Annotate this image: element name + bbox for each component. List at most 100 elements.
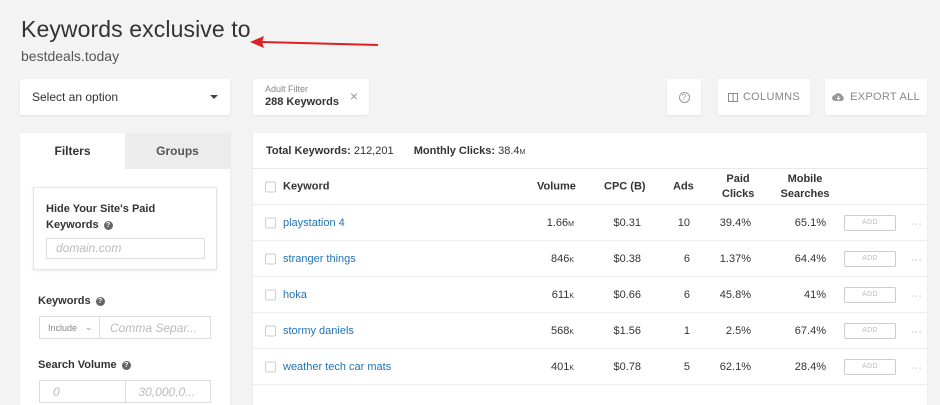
mobile-searches-cell: 64.4%	[794, 252, 826, 265]
question-icon[interactable]: ?	[95, 297, 105, 306]
row-checkbox[interactable]	[265, 325, 276, 336]
ads-cell: 1	[683, 324, 690, 337]
add-button[interactable]: ADD	[844, 286, 896, 303]
volume-min-input[interactable]: 0	[40, 381, 125, 402]
columns-button[interactable]: COLUMNS	[718, 79, 810, 115]
add-button[interactable]: ADD	[844, 250, 896, 267]
paid-clicks-cell: 2.5%	[725, 324, 751, 337]
cpc-cell: $0.78	[613, 360, 641, 373]
add-button[interactable]: ADD	[844, 214, 896, 231]
tab-groups[interactable]: Groups	[125, 133, 230, 169]
include-select[interactable]: Include ⌄	[40, 317, 100, 338]
more-options-icon[interactable]: ⋮	[910, 326, 922, 335]
monthly-clicks-label: Monthly Clicks:	[413, 145, 496, 157]
adult-filter-chip: Adult Filter 288 Keywords ×	[253, 79, 369, 115]
table-summary: Total Keywords: 212,201 Monthly Clicks: …	[266, 145, 525, 157]
keywords-label: Keywords ?	[38, 295, 105, 307]
row-checkbox[interactable]	[265, 253, 276, 264]
hide-paid-title-line1: Hide Your Site's Paid	[46, 203, 156, 215]
cpc-cell: $0.38	[613, 252, 641, 265]
header-volume[interactable]: Volume	[537, 179, 576, 194]
add-button[interactable]: ADD	[844, 322, 896, 339]
volume-unit: K	[569, 364, 574, 372]
more-options-icon[interactable]: ⋮	[910, 290, 922, 299]
header-paid-clicks[interactable]: Paid Clicks	[722, 172, 754, 202]
keywords-input[interactable]: Comma Separ...	[100, 317, 210, 338]
header-keyword[interactable]: Keyword	[283, 179, 329, 194]
volume-unit: K	[569, 256, 574, 264]
row-checkbox[interactable]	[265, 289, 276, 300]
search-volume-label: Search Volume ?	[38, 359, 131, 371]
row-checkbox[interactable]	[265, 361, 276, 372]
caret-down-icon	[210, 95, 218, 99]
add-button[interactable]: ADD	[844, 358, 896, 375]
keyword-link[interactable]: hoka	[283, 289, 307, 301]
tab-filters[interactable]: Filters	[20, 133, 125, 169]
filter-chip-label: Adult Filter	[265, 84, 309, 94]
keywords-table-panel: Total Keywords: 212,201 Monthly Clicks: …	[253, 133, 927, 405]
include-select-value: Include	[48, 322, 78, 333]
chevron-down-icon: ⌄	[85, 322, 93, 332]
keywords-label-text: Keywords	[38, 295, 91, 307]
volume-cell: 568K	[551, 325, 574, 337]
mobile-searches-cell: 65.1%	[794, 216, 826, 229]
keyword-link[interactable]: stormy daniels	[283, 325, 354, 337]
table-row: hoka 611K $0.66 6 45.8% 41% ADD ⋮	[253, 277, 927, 313]
total-keywords-value: 212,201	[353, 145, 394, 157]
total-keywords-label: Total Keywords:	[266, 145, 351, 157]
monthly-clicks-value: 38.4	[498, 145, 520, 157]
page-title: Keywords exclusive to	[21, 16, 251, 42]
header-mobile-line2: Searches	[780, 187, 830, 200]
table-row: playstation 4 1.66M $0.31 10 39.4% 65.1% ADD ⋮	[253, 205, 927, 241]
columns-icon	[727, 92, 738, 102]
monthly-clicks-unit: M	[519, 149, 526, 156]
columns-label: COLUMNS	[742, 91, 801, 103]
volume-value: 1.66	[546, 216, 569, 229]
keyword-link[interactable]: stranger things	[283, 253, 356, 265]
search-volume-label-text: Search Volume	[38, 359, 117, 371]
export-all-label: EXPORT ALL	[850, 91, 920, 103]
paid-clicks-cell: 62.1%	[719, 360, 751, 373]
header-paid-clicks-line1: Paid	[726, 172, 750, 185]
page-domain: bestdeals.today	[21, 48, 120, 64]
close-icon[interactable]: ×	[350, 89, 358, 103]
option-select[interactable]: Select an option	[20, 79, 230, 115]
volume-max-input[interactable]: 30,000,0...	[124, 381, 211, 402]
keyword-link[interactable]: playstation 4	[283, 217, 345, 229]
ads-cell: 6	[683, 252, 690, 265]
volume-value: 846	[550, 252, 570, 265]
keywords-filter: Include ⌄ Comma Separ...	[39, 316, 211, 339]
hide-paid-title-line2: Keywords	[46, 219, 99, 231]
question-icon[interactable]: ?	[121, 361, 131, 370]
mobile-searches-cell: 41%	[803, 288, 826, 301]
more-options-icon[interactable]: ⋮	[910, 362, 922, 371]
header-ads[interactable]: Ads	[673, 179, 694, 194]
volume-cell: 846K	[551, 253, 574, 265]
volume-value: 611	[551, 288, 570, 301]
annotation-arrow-icon	[250, 36, 379, 48]
table-row: weather tech car mats 401K $0.78 5 62.1% 28.4…	[253, 349, 927, 385]
volume-unit: K	[569, 292, 574, 300]
volume-unit: K	[569, 328, 574, 336]
hide-paid-keywords-card: Hide Your Site's Paid Keywords ? domain.…	[33, 187, 217, 270]
cpc-cell: $0.31	[613, 216, 641, 229]
paid-clicks-cell: 45.8%	[719, 288, 751, 301]
filter-chip-value: 288 Keywords	[265, 96, 339, 108]
help-button[interactable]: ?	[667, 79, 701, 115]
more-options-icon[interactable]: ⋮	[910, 254, 922, 263]
filters-panel: Filters Groups Hide Your Site's Paid Key…	[20, 133, 230, 405]
select-all-checkbox[interactable]	[265, 181, 276, 192]
cpc-cell: $0.66	[613, 288, 641, 301]
volume-cell: 611K	[552, 289, 574, 301]
export-all-button[interactable]: EXPORT ALL	[825, 79, 927, 115]
question-icon[interactable]: ?	[103, 221, 113, 230]
domain-input[interactable]: domain.com	[46, 238, 205, 259]
header-mobile-searches[interactable]: Mobile Searches	[780, 172, 830, 202]
table-row: stormy daniels 568K $1.56 1 2.5% 67.4% ADD ⋮	[253, 313, 927, 349]
more-options-icon[interactable]: ⋮	[910, 218, 922, 227]
mobile-searches-cell: 67.4%	[794, 324, 826, 337]
header-cpc[interactable]: CPC (B)	[604, 179, 646, 194]
row-checkbox[interactable]	[265, 217, 276, 228]
volume-value: 401	[550, 360, 570, 373]
keyword-link[interactable]: weather tech car mats	[283, 361, 391, 373]
